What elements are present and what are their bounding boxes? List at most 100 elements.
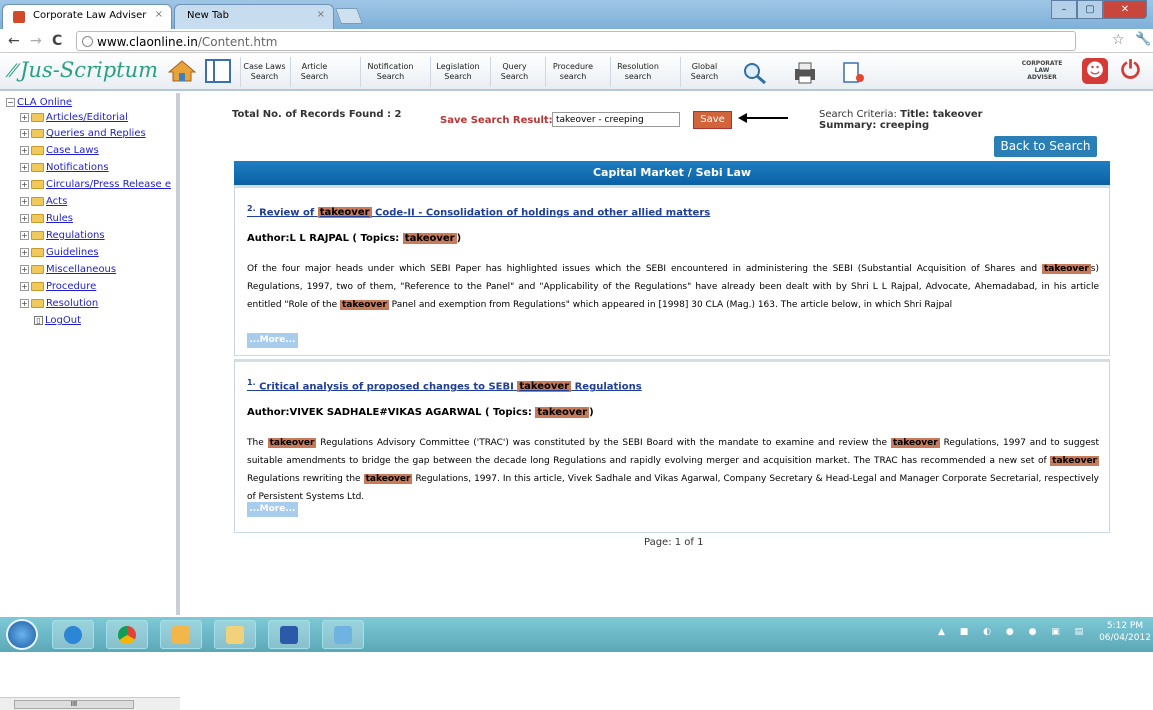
folder-icon (31, 112, 44, 122)
expand-icon[interactable]: + (20, 298, 29, 308)
expand-icon[interactable]: + (20, 145, 29, 155)
magnifier-icon[interactable] (741, 61, 767, 85)
sidebar-item-notifications[interactable]: + Notifications (20, 162, 109, 173)
ie-taskbar-icon[interactable] (52, 620, 94, 649)
legislation-search-button[interactable]: Legislation Search (430, 57, 485, 87)
browser-titlebar: Corporate Law Adviser × New Tab × – ▢ ✕ (0, 0, 1153, 29)
bookmark-star-icon[interactable]: ☆ (1112, 32, 1125, 48)
chrome-taskbar-icon[interactable] (106, 620, 148, 649)
minimize-icon[interactable]: – (1051, 0, 1077, 19)
sidebar-item-logout[interactable]: ▯ LogOut (34, 315, 81, 326)
tab-title: New Tab (187, 10, 229, 21)
app-taskbar-icon[interactable] (322, 620, 364, 649)
more-button[interactable]: ...More... (247, 502, 298, 517)
total-records: Total No. of Records Found : 2 (232, 109, 402, 120)
sidebar-item-circulars[interactable]: + Circulars/Press Release e (20, 179, 171, 190)
criteria-summary: Summary: creeping (819, 120, 930, 131)
procedure-search-button[interactable]: Procedure search (545, 57, 600, 87)
result-author: Author:L L RAJPAL ( Topics: takeover) (247, 233, 462, 244)
window-controls: – ▢ ✕ (1051, 0, 1147, 20)
highlight-term: takeover (402, 233, 457, 244)
layout-toggle-icon[interactable] (205, 59, 231, 83)
page-icon: ▯ (34, 315, 43, 325)
sidebar-item-rules[interactable]: + Rules (20, 213, 73, 224)
clock-date: 06/04/2012 (1099, 633, 1151, 643)
word-taskbar-icon[interactable] (268, 620, 310, 649)
folder-icon (31, 162, 44, 172)
url-input[interactable]: www.claonline.in/Content.htm (76, 31, 1076, 51)
back-arrow-icon[interactable]: ← (8, 33, 20, 49)
sidebar-item-regulations[interactable]: + Regulations (20, 230, 105, 241)
tree-root-label[interactable]: CLA Online (17, 97, 72, 108)
sidebar-item-miscellaneous[interactable]: + Miscellaneous (20, 264, 116, 275)
close-window-icon[interactable]: ✕ (1103, 0, 1147, 19)
result-number: 2. (247, 204, 256, 213)
result-card: 2. Review of takeover Code-II - Consolid… (234, 185, 1110, 356)
close-tab-icon[interactable]: × (155, 9, 163, 20)
reload-icon[interactable]: C (52, 33, 62, 49)
sidebar-item-acts[interactable]: + Acts (20, 196, 67, 207)
result-summary: The takeover Regulations Advisory Commit… (247, 438, 1099, 502)
main-content: Total No. of Records Found : 2 Save Sear… (184, 93, 1153, 615)
result-title-link[interactable]: 1. Critical analysis of proposed changes… (247, 378, 642, 393)
new-tab-button[interactable] (335, 8, 363, 24)
explorer-taskbar-icon[interactable] (214, 620, 256, 649)
expand-icon[interactable]: + (20, 179, 29, 189)
collapse-icon[interactable]: − (6, 97, 15, 107)
global-search-button[interactable]: Global Search (680, 57, 728, 87)
jus-scriptum-logo: ⁄⁄ Jus-Scriptum (10, 58, 159, 82)
notification-search-button[interactable]: Notification Search (360, 57, 420, 87)
pagination-info: Page: 1 of 1 (644, 537, 704, 548)
sidebar-item-procedure[interactable]: + Procedure (20, 281, 96, 292)
home-icon[interactable] (168, 60, 196, 82)
back-to-search-button[interactable]: Back to Search (994, 136, 1097, 157)
expand-icon[interactable]: + (20, 196, 29, 206)
result-title-link[interactable]: 2. Review of takeover Code-II - Consolid… (247, 204, 710, 219)
result-card: 1. Critical analysis of proposed changes… (234, 359, 1110, 533)
more-button[interactable]: ...More... (247, 333, 298, 348)
tree-root[interactable]: − CLA Online (6, 97, 72, 108)
power-icon[interactable]: ⏻ (1121, 56, 1140, 84)
save-button[interactable]: Save (693, 111, 732, 129)
expand-icon[interactable]: + (20, 213, 29, 223)
category-header: Capital Market / Sebi Law (234, 161, 1110, 185)
expand-icon[interactable]: + (20, 128, 29, 138)
resolution-search-button[interactable]: Resolution search (610, 57, 665, 87)
expand-icon[interactable]: + (20, 162, 29, 172)
highlight-term: takeover (535, 407, 590, 418)
sidebar-item-case-laws[interactable]: + Case Laws (20, 145, 99, 156)
system-tray[interactable]: ▲ ■ ◐ ● ● ▣ ▤ (938, 627, 1089, 637)
folder-icon (31, 179, 44, 189)
scrollbar-thumb[interactable]: III (14, 700, 134, 709)
close-tab-icon[interactable]: × (317, 9, 325, 20)
user-icon[interactable]: ☻ (1082, 58, 1108, 84)
sidebar-item-resolution[interactable]: + Resolution (20, 298, 98, 309)
case-laws-search-button[interactable]: Case Laws Search (240, 57, 288, 87)
mail-taskbar-icon[interactable] (160, 620, 202, 649)
forward-arrow-icon[interactable]: → (30, 33, 42, 49)
cla-logo: CORPORATE LAW ADVISER (1021, 60, 1063, 81)
start-button-icon[interactable] (6, 619, 38, 650)
folder-icon (31, 230, 44, 240)
sidebar-item-queries[interactable]: + Queries and Replies (20, 128, 146, 139)
tab-corporate-law-adviser[interactable]: Corporate Law Adviser × (2, 4, 172, 29)
expand-icon[interactable]: + (20, 281, 29, 291)
save-search-input[interactable] (552, 112, 680, 127)
sidebar-item-guidelines[interactable]: + Guidelines (20, 247, 99, 258)
folder-icon (31, 213, 44, 223)
expand-icon[interactable]: + (20, 247, 29, 257)
sidebar-item-articles[interactable]: + Articles/Editorial (20, 112, 128, 123)
expand-icon[interactable]: + (20, 264, 29, 274)
sidebar-horizontal-scrollbar[interactable]: III (0, 697, 180, 710)
bookmark-page-icon[interactable] (840, 61, 866, 85)
taskbar-clock[interactable]: 5:12 PM 06/04/2012 (1097, 620, 1153, 644)
expand-icon[interactable]: + (20, 112, 29, 122)
wrench-icon[interactable]: 🔧 (1135, 32, 1151, 47)
expand-icon[interactable]: + (20, 230, 29, 240)
maximize-icon[interactable]: ▢ (1077, 0, 1103, 19)
tab-new-tab[interactable]: New Tab × (174, 4, 334, 29)
query-search-button[interactable]: Query Search (490, 57, 538, 87)
print-icon[interactable] (792, 61, 818, 85)
clock-time: 5:12 PM (1106, 621, 1144, 631)
article-search-button[interactable]: Article Search (290, 57, 338, 87)
